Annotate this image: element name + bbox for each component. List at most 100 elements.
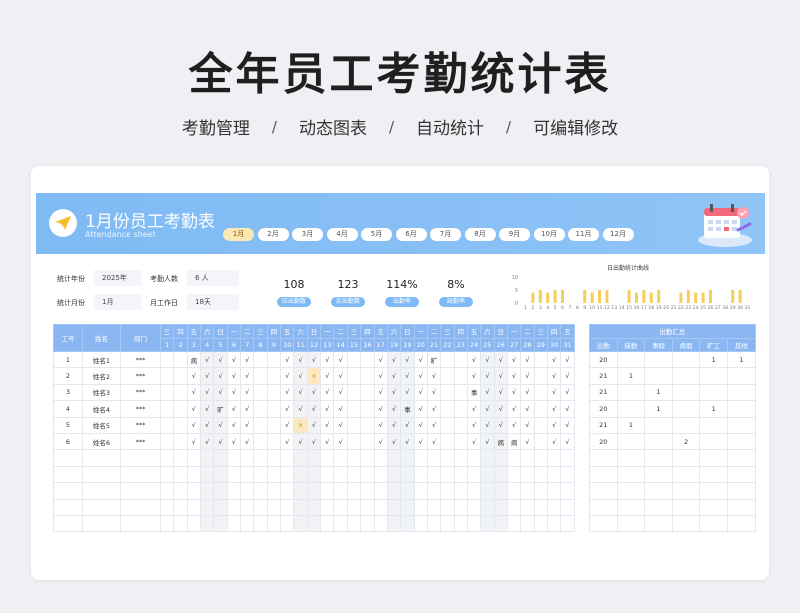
summary-cell[interactable]	[699, 367, 728, 385]
day-cell[interactable]	[280, 482, 295, 500]
day-cell[interactable]	[159, 465, 175, 484]
day-cell[interactable]: √	[333, 367, 348, 385]
day-cell[interactable]	[386, 449, 402, 467]
year-value[interactable]: 2025年	[94, 270, 142, 286]
summary-cell[interactable]	[671, 482, 701, 500]
day-cell[interactable]	[159, 383, 175, 402]
day-cell[interactable]: √	[560, 416, 575, 434]
day-cell[interactable]	[200, 482, 215, 500]
tab-month-3[interactable]: 3月	[292, 228, 323, 241]
day-cell[interactable]	[213, 482, 228, 500]
day-cell[interactable]	[266, 350, 282, 369]
day-cell[interactable]	[360, 383, 375, 402]
day-cell[interactable]: √	[413, 383, 428, 402]
tab-month-4[interactable]: 4月	[326, 228, 358, 241]
day-cell[interactable]	[493, 449, 508, 467]
day-cell[interactable]	[293, 449, 308, 467]
day-cell[interactable]: √	[333, 383, 348, 402]
day-cell[interactable]: √	[520, 416, 535, 434]
summary-cell[interactable]: 21	[589, 367, 618, 385]
day-cell[interactable]	[426, 449, 442, 467]
summary-cell[interactable]: 20	[589, 432, 618, 451]
day-cell[interactable]	[480, 482, 495, 500]
day-cell[interactable]: √	[213, 416, 228, 434]
day-cell[interactable]	[533, 465, 548, 484]
day-cell[interactable]	[360, 400, 375, 418]
day-cell[interactable]	[426, 482, 442, 500]
day-cell[interactable]	[266, 514, 282, 533]
day-cell[interactable]: ×	[293, 416, 308, 434]
day-cell[interactable]: √	[293, 432, 308, 451]
day-cell[interactable]	[306, 498, 322, 516]
cell-dept[interactable]	[120, 514, 161, 533]
day-cell[interactable]	[306, 465, 322, 484]
day-cell[interactable]	[346, 432, 362, 451]
tab-month-8[interactable]: 8月	[464, 228, 496, 241]
day-cell[interactable]	[533, 367, 548, 385]
cell-id[interactable]: 2	[53, 367, 83, 385]
day-cell[interactable]	[346, 465, 362, 484]
day-cell[interactable]: √	[200, 367, 215, 385]
day-cell[interactable]: √	[240, 350, 255, 369]
day-cell[interactable]	[533, 383, 548, 402]
day-cell[interactable]: √	[373, 416, 388, 434]
day-cell[interactable]	[306, 514, 322, 533]
day-cell[interactable]	[533, 400, 548, 418]
day-cell[interactable]	[280, 498, 295, 516]
summary-cell[interactable]	[589, 514, 618, 533]
day-cell[interactable]	[293, 498, 308, 516]
summary-cell[interactable]	[589, 482, 618, 500]
day-cell[interactable]	[440, 514, 455, 533]
summary-cell[interactable]	[616, 514, 646, 533]
day-cell[interactable]	[386, 465, 402, 484]
day-cell[interactable]	[520, 465, 535, 484]
day-cell[interactable]: √	[520, 400, 535, 418]
day-cell[interactable]	[346, 350, 362, 369]
day-cell[interactable]	[360, 350, 375, 369]
day-cell[interactable]	[333, 449, 348, 467]
tab-month-6[interactable]: 6月	[395, 228, 427, 241]
day-cell[interactable]	[186, 465, 202, 484]
day-cell[interactable]: √	[413, 350, 428, 369]
day-cell[interactable]	[186, 498, 202, 516]
summary-cell[interactable]	[699, 465, 728, 484]
day-cell[interactable]	[413, 482, 428, 500]
summary-cell[interactable]	[644, 449, 673, 467]
summary-cell[interactable]	[589, 465, 618, 484]
day-cell[interactable]: √	[466, 432, 482, 451]
cell-id[interactable]: 3	[53, 383, 83, 402]
day-cell[interactable]: √	[400, 432, 415, 451]
day-cell[interactable]: √	[186, 432, 202, 451]
day-cell[interactable]	[506, 482, 522, 500]
day-cell[interactable]: √	[200, 350, 215, 369]
day-cell[interactable]	[253, 350, 268, 369]
day-cell[interactable]: √	[560, 383, 575, 402]
day-cell[interactable]	[453, 400, 468, 418]
day-cell[interactable]	[173, 449, 188, 467]
summary-cell[interactable]	[699, 482, 728, 500]
day-cell[interactable]: √	[373, 400, 388, 418]
day-cell[interactable]: 病	[493, 432, 508, 451]
day-cell[interactable]	[440, 465, 455, 484]
month-value[interactable]: 1月	[94, 294, 142, 310]
cell-dept[interactable]: ***	[120, 383, 161, 402]
day-cell[interactable]: √	[546, 432, 562, 451]
day-cell[interactable]	[253, 449, 268, 467]
day-cell[interactable]	[400, 514, 415, 533]
day-cell[interactable]	[466, 482, 482, 500]
summary-cell[interactable]	[589, 498, 618, 516]
tab-month-11[interactable]: 11月	[568, 228, 599, 241]
summary-cell[interactable]	[726, 498, 756, 516]
cell-name[interactable]	[82, 482, 121, 500]
day-cell[interactable]: √	[413, 400, 428, 418]
day-cell[interactable]: √	[400, 367, 415, 385]
day-cell[interactable]	[226, 465, 242, 484]
day-cell[interactable]	[373, 514, 388, 533]
day-cell[interactable]: √	[400, 416, 415, 434]
day-cell[interactable]	[266, 400, 282, 418]
day-cell[interactable]	[440, 367, 455, 385]
day-cell[interactable]	[173, 416, 188, 434]
summary-cell[interactable]	[699, 514, 728, 533]
day-cell[interactable]: √	[493, 383, 508, 402]
tab-month-12[interactable]: 12月	[602, 228, 634, 241]
